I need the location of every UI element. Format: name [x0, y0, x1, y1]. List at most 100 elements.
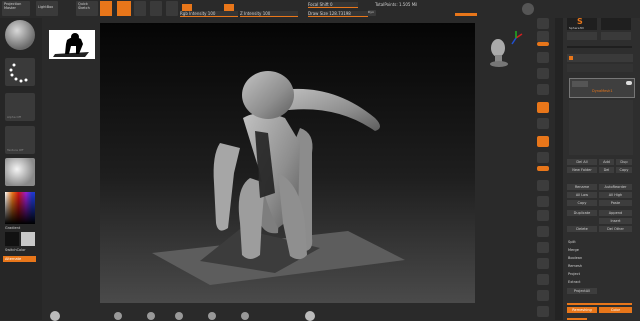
- project-section[interactable]: Project: [568, 272, 580, 277]
- subtool-active-label: DynaMesh1: [592, 89, 613, 93]
- project-all-button[interactable]: ProjectAll: [567, 288, 597, 294]
- tool-thumb-4[interactable]: [601, 32, 631, 40]
- xpose-button[interactable]: [537, 306, 549, 317]
- del-other-button[interactable]: Del Other: [599, 226, 632, 232]
- alpha-off-label: Alpha Off: [7, 115, 21, 119]
- draw-size-slider[interactable]: Draw Size 128.73198: [308, 11, 368, 17]
- dyn-button[interactable]: Dyn: [368, 10, 376, 16]
- zoom-view-button[interactable]: [537, 210, 549, 221]
- spix-button[interactable]: [537, 31, 549, 42]
- brush-slot-6[interactable]: [241, 312, 249, 320]
- edit-mode-button[interactable]: [100, 1, 112, 16]
- subtool-header[interactable]: [567, 54, 633, 62]
- append-button[interactable]: Append: [599, 210, 632, 216]
- autoreorder-button[interactable]: AutoReorder: [599, 184, 632, 190]
- axis-gizmo-icon[interactable]: [508, 30, 524, 46]
- move-mode-button[interactable]: [134, 1, 146, 16]
- secondary-color-swatch[interactable]: [21, 232, 35, 246]
- panel-slider-accent[interactable]: [567, 303, 632, 305]
- lightbox-button[interactable]: LightBox: [36, 1, 58, 16]
- stroke-thumbnail[interactable]: [5, 58, 35, 86]
- solo-button[interactable]: [537, 290, 549, 301]
- frame-button[interactable]: [537, 180, 549, 191]
- rgb-intensity-slider[interactable]: Rgb Intensity 100: [180, 11, 238, 17]
- copy-tool-button[interactable]: Copy: [616, 167, 632, 173]
- del-button[interactable]: Del: [599, 167, 614, 173]
- actual-button[interactable]: [537, 68, 549, 79]
- quick-sketch-button[interactable]: Quick Sketch: [76, 1, 98, 16]
- alternate-button[interactable]: Alternate: [3, 256, 36, 262]
- lsym-button[interactable]: [537, 152, 549, 163]
- help-icon[interactable]: [522, 3, 534, 15]
- aahalf-button[interactable]: [537, 84, 549, 95]
- rotate-mode-button[interactable]: [166, 1, 178, 16]
- tool-thumb-2[interactable]: [601, 18, 631, 30]
- color-button[interactable]: Color: [599, 307, 632, 313]
- ghost-button[interactable]: [537, 274, 549, 285]
- tool-thumb-3[interactable]: [567, 32, 597, 40]
- brush-thumbnail[interactable]: [5, 20, 35, 50]
- focal-shift-slider[interactable]: Focal Shift 0: [308, 2, 358, 8]
- sphere-brush-icon: S: [577, 17, 583, 26]
- material-thumbnail[interactable]: [5, 158, 35, 186]
- quick-sketch-label: Quick Sketch: [78, 2, 90, 10]
- bpr-button[interactable]: [537, 18, 549, 29]
- dup-button[interactable]: Dup: [616, 159, 632, 165]
- lightbox-label: LightBox: [38, 5, 54, 9]
- z-intensity-slider[interactable]: Z Intensity 100: [240, 11, 298, 17]
- document-canvas[interactable]: [100, 23, 475, 303]
- new-folder-button[interactable]: New Folder: [567, 167, 597, 173]
- rotate-view-button[interactable]: [537, 226, 549, 237]
- zoom-button[interactable]: [537, 52, 549, 63]
- persp-button[interactable]: [537, 102, 549, 113]
- left-shelf: Alpha Off Texture Off Gradient SwitchCol…: [0, 18, 42, 320]
- insert-button[interactable]: Insert: [599, 218, 632, 224]
- brush-slot-4[interactable]: [175, 312, 183, 320]
- alpha-thumbnail[interactable]: Alpha Off: [5, 93, 35, 121]
- split-section[interactable]: Split: [568, 240, 576, 245]
- brush-slot-3[interactable]: [147, 312, 155, 320]
- dyn-label: Dyn: [368, 10, 374, 14]
- subtool-active-item[interactable]: DynaMesh1: [569, 78, 635, 98]
- remeshing-button[interactable]: Remeshing: [567, 307, 597, 313]
- scale-mode-button[interactable]: [150, 1, 162, 16]
- texture-thumbnail[interactable]: Texture Off: [5, 126, 35, 154]
- brush-slot-5[interactable]: [208, 312, 216, 320]
- draw-mode-button[interactable]: [117, 1, 131, 16]
- total-points-readout: TotalPoints: 1.505 Mil: [375, 2, 418, 7]
- delete-button[interactable]: Delete: [567, 226, 597, 232]
- subtool-thumbnail: [572, 81, 588, 87]
- brush-slot-2[interactable]: [114, 312, 122, 320]
- tool-thumb-1[interactable]: S Sphere3D: [567, 18, 597, 30]
- main-color-swatch[interactable]: [5, 232, 19, 246]
- transp-button[interactable]: [537, 258, 549, 269]
- floor-button[interactable]: [537, 118, 549, 129]
- subtool-row[interactable]: [567, 64, 633, 72]
- del-all-button[interactable]: Del All: [567, 159, 597, 165]
- boolean-section[interactable]: Boolean: [568, 256, 582, 261]
- local-button[interactable]: [537, 136, 549, 147]
- panel-scrollbar[interactable]: [555, 18, 563, 320]
- paste-button[interactable]: Paste: [599, 200, 632, 206]
- switch-color-label[interactable]: SwitchColor: [5, 248, 26, 253]
- navigation-head-icon[interactable]: [488, 36, 510, 68]
- reference-image-thumbnail[interactable]: [49, 30, 95, 59]
- remesh-section[interactable]: Remesh: [568, 264, 582, 269]
- copy-button[interactable]: Copy: [567, 200, 597, 206]
- texture-off-label: Texture Off: [7, 148, 24, 152]
- all-low-button[interactable]: All Low: [567, 192, 597, 198]
- visibility-eye-icon[interactable]: [626, 81, 632, 85]
- line-fill-button[interactable]: [537, 242, 549, 253]
- all-high-button[interactable]: All High: [599, 192, 632, 198]
- extract-section[interactable]: Extract: [568, 280, 581, 285]
- xyz-button[interactable]: [537, 166, 549, 171]
- top-toolbar: Projection Master LightBox Quick Sketch …: [0, 0, 640, 19]
- move-view-button[interactable]: [537, 196, 549, 207]
- projection-master-button[interactable]: Projection Master: [2, 1, 30, 16]
- add-button[interactable]: Add: [599, 159, 614, 165]
- rename-button[interactable]: Rename: [567, 184, 597, 190]
- merge-section[interactable]: Merge: [568, 248, 579, 253]
- duplicate-button[interactable]: Duplicate: [567, 210, 597, 216]
- scroll-button[interactable]: [537, 42, 549, 46]
- color-picker[interactable]: [5, 192, 35, 224]
